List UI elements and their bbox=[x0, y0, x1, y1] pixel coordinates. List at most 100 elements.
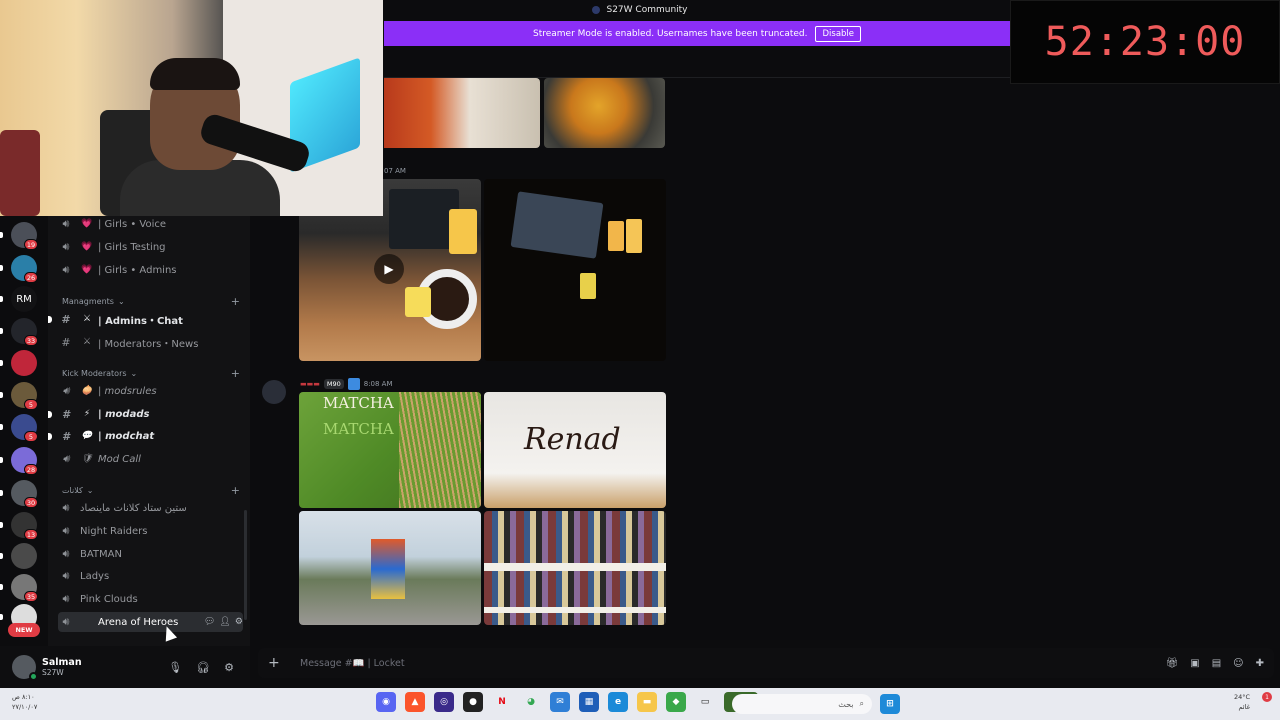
gear-icon[interactable]: ⚙ bbox=[224, 661, 234, 674]
channel-item[interactable]: 🔊︎ 💗 | Girls • Voice bbox=[58, 214, 243, 234]
composer-tools: 🎁︎ ▣ ▤ ☺ ✚ bbox=[1166, 658, 1264, 669]
channel-item[interactable]: # 💬 | modchat bbox=[58, 426, 243, 446]
mail-icon[interactable]: ✉ bbox=[550, 692, 570, 712]
edge-icon[interactable]: e bbox=[608, 692, 628, 712]
windows-start-icon[interactable]: ⊞ bbox=[880, 694, 900, 714]
sticker-icon[interactable]: ▤ bbox=[1212, 658, 1221, 669]
channel-category[interactable]: Kick Moderators ⌄ + bbox=[62, 367, 240, 380]
category-label: كلانات bbox=[62, 486, 83, 495]
invite-icon[interactable]: 👤︎ bbox=[219, 617, 230, 627]
unread-pill bbox=[0, 584, 3, 590]
channel-name: Night Raiders bbox=[80, 525, 148, 537]
mention-badge: 5 bbox=[24, 431, 38, 442]
channel-item[interactable]: # ⚔ | Moderators・News bbox=[58, 332, 243, 352]
taskbar-clock[interactable]: ٨:١٠ ص ٢٧/١٠/٠٧ bbox=[12, 692, 37, 712]
store-icon[interactable]: ▦ bbox=[579, 692, 599, 712]
channel-actions: 💬︎ 👤︎ ⚙ bbox=[204, 617, 243, 627]
discord-logo-icon bbox=[592, 6, 601, 14]
notification-badge[interactable]: 1 bbox=[1262, 692, 1272, 702]
image-candles-dark[interactable] bbox=[484, 179, 666, 361]
channel-item[interactable]: 🔊︎ 🛡 Mod Call bbox=[58, 449, 243, 469]
gift-icon[interactable]: 🎁︎ bbox=[1166, 658, 1179, 669]
channel-name: Mod Call bbox=[98, 453, 141, 465]
weather-text: غائم bbox=[1238, 703, 1250, 711]
image-matcha[interactable]: MATCHA MATCHA bbox=[299, 392, 481, 508]
unread-pill bbox=[0, 614, 3, 620]
taskbar-weather[interactable]: 24°C غائم bbox=[1234, 692, 1250, 712]
mention-badge: 33 bbox=[24, 335, 38, 346]
channel-item[interactable]: 🔊︎ 🧅 | modsrules bbox=[58, 381, 243, 401]
microphone-icon[interactable]: 🎙︎ bbox=[168, 661, 182, 674]
image-cake-renad[interactable]: Renad bbox=[484, 392, 666, 508]
play-icon[interactable]: ▶ bbox=[374, 254, 404, 284]
server-icon[interactable] bbox=[11, 543, 37, 569]
app-icon[interactable]: ● bbox=[463, 692, 483, 712]
taskbar-search[interactable]: بحث ⌕ bbox=[732, 694, 872, 714]
create-channel-button[interactable]: + bbox=[231, 484, 240, 497]
channel-item[interactable]: 🔊︎ 💗 | Girls Testing bbox=[58, 237, 243, 257]
netflix-icon[interactable]: N bbox=[492, 692, 512, 712]
server-icon[interactable] bbox=[11, 350, 37, 376]
server-icon[interactable]: RM bbox=[11, 286, 37, 312]
matcha-text: MATCHA bbox=[323, 394, 394, 412]
discord-app-icon[interactable]: ◉ bbox=[376, 692, 396, 712]
weather-temp: 24°C bbox=[1233, 693, 1250, 701]
channel-item[interactable]: 🔊︎ 💗 | Girls • Admins bbox=[58, 260, 243, 280]
obs-icon[interactable]: ◎ bbox=[434, 692, 454, 712]
channel-item[interactable]: 🔊︎ Ladys bbox=[58, 566, 243, 586]
chrome-icon[interactable]: ◕ bbox=[521, 692, 541, 712]
tablet bbox=[510, 191, 604, 259]
speaker-icon: 🔊︎ bbox=[62, 524, 70, 537]
app-icon-2[interactable]: ◆ bbox=[666, 692, 686, 712]
channel-item[interactable]: 🔊︎ Night Raiders bbox=[58, 521, 243, 541]
disable-button[interactable]: Disable bbox=[815, 25, 862, 42]
brave-icon[interactable]: ▲ bbox=[405, 692, 425, 712]
image-bookstore[interactable] bbox=[484, 511, 666, 625]
channel-emoji-icon: 💗 bbox=[81, 242, 93, 252]
cake-text: Renad bbox=[524, 422, 621, 457]
user-info[interactable]: Salman S27W bbox=[42, 657, 82, 677]
gear-icon[interactable]: ⚙ bbox=[235, 617, 243, 627]
create-channel-button[interactable]: + bbox=[231, 295, 240, 308]
channel-item[interactable]: 🔊︎ Pink Clouds bbox=[58, 589, 243, 609]
speaker-icon: 🔊︎ bbox=[62, 240, 70, 253]
channel-item[interactable]: # ⚔ | Admins・Chat bbox=[58, 309, 243, 329]
channel-scrollbar[interactable] bbox=[244, 510, 247, 620]
channel-item[interactable]: 🔊︎ BATMAN bbox=[58, 544, 243, 564]
channel-item[interactable]: 🔊︎ ستين ستاد كلانات ماينصاد bbox=[58, 498, 243, 518]
channel-name: | Girls Testing bbox=[98, 241, 166, 253]
add-attachment-button[interactable]: + bbox=[268, 655, 288, 671]
channel-category[interactable]: كلانات ⌄ + bbox=[62, 484, 240, 497]
mention-badge: 35 bbox=[24, 591, 38, 602]
image-peach[interactable] bbox=[384, 78, 540, 148]
mention-badge: 28 bbox=[24, 464, 38, 475]
channel-category[interactable]: Managments ⌄ + bbox=[62, 295, 240, 308]
folder-icon[interactable]: ▬ bbox=[637, 692, 657, 712]
apps-icon[interactable]: ✚ bbox=[1256, 658, 1264, 669]
hashtag-icon: # bbox=[62, 429, 70, 443]
author-avatar[interactable] bbox=[262, 380, 286, 404]
user-panel: Salman S27W 🎙︎ 🎧︎ ⚙ bbox=[0, 646, 250, 688]
unread-pill bbox=[0, 265, 3, 271]
chat-bubble-icon[interactable]: 💬︎ bbox=[204, 617, 215, 627]
new-badge[interactable]: NEW bbox=[8, 623, 40, 637]
channel-item[interactable]: # ⚡ | modads bbox=[58, 404, 243, 424]
channel-item[interactable]: 🔊︎ Arena of Heroes 💬︎ 👤︎ ⚙ bbox=[58, 612, 243, 632]
terminal-icon[interactable]: ▭ bbox=[695, 692, 715, 712]
category-label: Kick Moderators bbox=[62, 369, 127, 378]
message-input[interactable]: Message #📖 | Locket bbox=[300, 658, 405, 669]
create-channel-button[interactable]: + bbox=[231, 367, 240, 380]
channel-emoji-icon: 💬 bbox=[81, 431, 93, 441]
channel-name: ستين ستاد كلانات ماينصاد bbox=[80, 502, 187, 514]
speaker-icon: 🔊︎ bbox=[62, 263, 70, 276]
gif-icon[interactable]: ▣ bbox=[1190, 658, 1199, 669]
emoji-icon[interactable]: ☺ bbox=[1233, 658, 1243, 669]
channel-name: | modsrules bbox=[98, 385, 157, 397]
unread-pill bbox=[0, 232, 3, 238]
image-soup[interactable] bbox=[544, 78, 665, 148]
avatar[interactable] bbox=[12, 655, 38, 681]
headphones-icon[interactable]: 🎧︎ bbox=[196, 661, 210, 674]
author-name[interactable]: ▬▬▬ bbox=[300, 380, 320, 388]
image-street[interactable] bbox=[299, 511, 481, 625]
search-icon: ⌕ bbox=[859, 699, 864, 708]
